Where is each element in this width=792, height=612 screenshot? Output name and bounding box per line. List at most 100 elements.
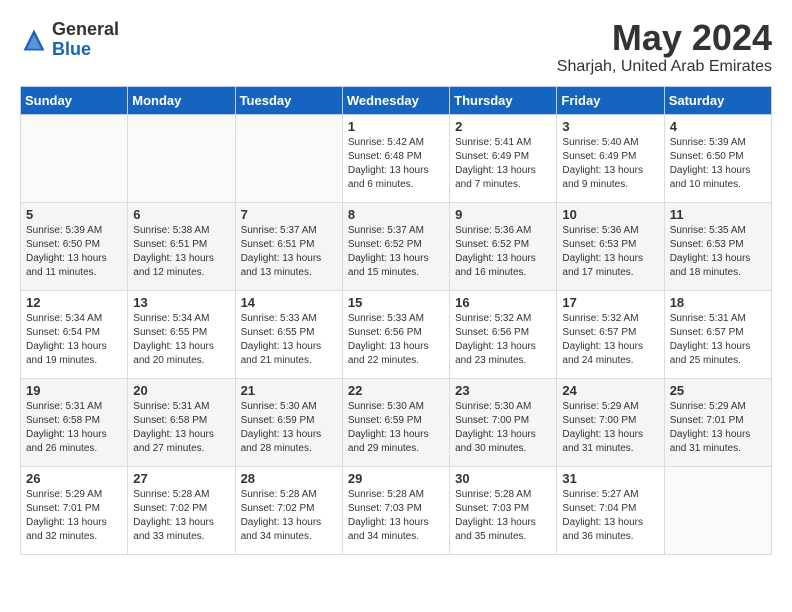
weekday-header-wednesday: Wednesday xyxy=(342,87,449,115)
calendar-day-cell: 10Sunrise: 5:36 AM Sunset: 6:53 PM Dayli… xyxy=(557,203,664,291)
day-info: Sunrise: 5:29 AM Sunset: 7:00 PM Dayligh… xyxy=(562,400,658,456)
calendar-day-cell xyxy=(128,115,235,203)
month-year-title: May 2024 xyxy=(557,20,772,56)
day-info: Sunrise: 5:40 AM Sunset: 6:49 PM Dayligh… xyxy=(562,136,658,192)
calendar-day-cell: 6 Sunrise: 5:38 AM Sunset: 6:51 PM Daylig… xyxy=(128,203,235,291)
calendar-day-cell: 23 Sunrise: 5:30 AM Sunset: 7:00 PM Dayli… xyxy=(450,379,557,467)
calendar-day-cell: 8Sunrise: 5:37 AM Sunset: 6:52 PM Daylig… xyxy=(342,203,449,291)
calendar-week-row: 26 Sunrise: 5:29 AM Sunset: 7:01 PM Dayli… xyxy=(21,467,772,555)
day-number: 25 xyxy=(670,383,766,398)
day-info: Sunrise: 5:30 AM Sunset: 6:59 PM Dayligh… xyxy=(241,400,337,456)
day-number: 17 xyxy=(562,295,658,310)
day-info: Sunrise: 5:29 AM Sunset: 7:01 PM Dayligh… xyxy=(26,488,122,544)
calendar-day-cell: 31 Sunrise: 5:27 AM Sunset: 7:04 PM Dayli… xyxy=(557,467,664,555)
calendar-day-cell: 3Sunrise: 5:40 AM Sunset: 6:49 PM Daylig… xyxy=(557,115,664,203)
day-info: Sunrise: 5:34 AM Sunset: 6:55 PM Dayligh… xyxy=(133,312,229,368)
calendar-day-cell: 20Sunrise: 5:31 AM Sunset: 6:58 PM Dayli… xyxy=(128,379,235,467)
day-info: Sunrise: 5:42 AM Sunset: 6:48 PM Dayligh… xyxy=(348,136,444,192)
calendar-day-cell: 16 Sunrise: 5:32 AM Sunset: 6:56 PM Dayli… xyxy=(450,291,557,379)
day-info: Sunrise: 5:28 AM Sunset: 7:03 PM Dayligh… xyxy=(455,488,551,544)
day-number: 13 xyxy=(133,295,229,310)
calendar-day-cell: 5 Sunrise: 5:39 AM Sunset: 6:50 PM Daylig… xyxy=(21,203,128,291)
calendar-day-cell: 7 Sunrise: 5:37 AM Sunset: 6:51 PM Daylig… xyxy=(235,203,342,291)
day-info: Sunrise: 5:30 AM Sunset: 7:00 PM Dayligh… xyxy=(455,400,551,456)
calendar-day-cell xyxy=(235,115,342,203)
day-number: 19 xyxy=(26,383,122,398)
day-number: 11 xyxy=(670,207,766,222)
day-info: Sunrise: 5:28 AM Sunset: 7:02 PM Dayligh… xyxy=(133,488,229,544)
calendar-day-cell: 9 Sunrise: 5:36 AM Sunset: 6:52 PM Daylig… xyxy=(450,203,557,291)
day-info: Sunrise: 5:27 AM Sunset: 7:04 PM Dayligh… xyxy=(562,488,658,544)
day-number: 20 xyxy=(133,383,229,398)
day-number: 24 xyxy=(562,383,658,398)
day-number: 4 xyxy=(670,119,766,134)
day-number: 21 xyxy=(241,383,337,398)
calendar-day-cell: 29 Sunrise: 5:28 AM Sunset: 7:03 PM Dayli… xyxy=(342,467,449,555)
calendar-day-cell: 22Sunrise: 5:30 AM Sunset: 6:59 PM Dayli… xyxy=(342,379,449,467)
day-number: 29 xyxy=(348,471,444,486)
day-number: 1 xyxy=(348,119,444,134)
day-number: 23 xyxy=(455,383,551,398)
logo: General Blue xyxy=(20,20,119,60)
location-subtitle: Sharjah, United Arab Emirates xyxy=(557,58,772,76)
day-number: 16 xyxy=(455,295,551,310)
weekday-header-saturday: Saturday xyxy=(664,87,771,115)
logo-blue-text: Blue xyxy=(52,40,119,60)
day-info: Sunrise: 5:35 AM Sunset: 6:53 PM Dayligh… xyxy=(670,224,766,280)
day-number: 30 xyxy=(455,471,551,486)
calendar-day-cell: 14Sunrise: 5:33 AM Sunset: 6:55 PM Dayli… xyxy=(235,291,342,379)
day-number: 15 xyxy=(348,295,444,310)
day-number: 7 xyxy=(241,207,337,222)
day-info: Sunrise: 5:39 AM Sunset: 6:50 PM Dayligh… xyxy=(670,136,766,192)
day-info: Sunrise: 5:28 AM Sunset: 7:02 PM Dayligh… xyxy=(241,488,337,544)
calendar-day-cell: 28Sunrise: 5:28 AM Sunset: 7:02 PM Dayli… xyxy=(235,467,342,555)
title-area: May 2024 Sharjah, United Arab Emirates xyxy=(557,20,772,76)
calendar-day-cell: 11 Sunrise: 5:35 AM Sunset: 6:53 PM Dayli… xyxy=(664,203,771,291)
day-info: Sunrise: 5:34 AM Sunset: 6:54 PM Dayligh… xyxy=(26,312,122,368)
day-info: Sunrise: 5:33 AM Sunset: 6:56 PM Dayligh… xyxy=(348,312,444,368)
weekday-header-sunday: Sunday xyxy=(21,87,128,115)
day-info: Sunrise: 5:31 AM Sunset: 6:57 PM Dayligh… xyxy=(670,312,766,368)
calendar-day-cell xyxy=(664,467,771,555)
day-info: Sunrise: 5:33 AM Sunset: 6:55 PM Dayligh… xyxy=(241,312,337,368)
logo-general-text: General xyxy=(52,20,119,40)
calendar-day-cell: 15 Sunrise: 5:33 AM Sunset: 6:56 PM Dayli… xyxy=(342,291,449,379)
day-info: Sunrise: 5:36 AM Sunset: 6:52 PM Dayligh… xyxy=(455,224,551,280)
day-number: 2 xyxy=(455,119,551,134)
day-info: Sunrise: 5:38 AM Sunset: 6:51 PM Dayligh… xyxy=(133,224,229,280)
calendar-day-cell: 24 Sunrise: 5:29 AM Sunset: 7:00 PM Dayli… xyxy=(557,379,664,467)
day-number: 18 xyxy=(670,295,766,310)
day-number: 5 xyxy=(26,207,122,222)
calendar-day-cell: 27 Sunrise: 5:28 AM Sunset: 7:02 PM Dayli… xyxy=(128,467,235,555)
calendar-day-cell: 1 Sunrise: 5:42 AM Sunset: 6:48 PM Daylig… xyxy=(342,115,449,203)
page-header: General Blue May 2024 Sharjah, United Ar… xyxy=(20,20,772,76)
weekday-header-monday: Monday xyxy=(128,87,235,115)
logo-icon xyxy=(20,26,48,54)
calendar-day-cell: 26 Sunrise: 5:29 AM Sunset: 7:01 PM Dayli… xyxy=(21,467,128,555)
day-info: Sunrise: 5:28 AM Sunset: 7:03 PM Dayligh… xyxy=(348,488,444,544)
day-info: Sunrise: 5:41 AM Sunset: 6:49 PM Dayligh… xyxy=(455,136,551,192)
weekday-header-row: SundayMondayTuesdayWednesdayThursdayFrid… xyxy=(21,87,772,115)
calendar-day-cell xyxy=(21,115,128,203)
day-info: Sunrise: 5:37 AM Sunset: 6:51 PM Dayligh… xyxy=(241,224,337,280)
day-number: 6 xyxy=(133,207,229,222)
calendar-day-cell: 17Sunrise: 5:32 AM Sunset: 6:57 PM Dayli… xyxy=(557,291,664,379)
calendar-day-cell: 19Sunrise: 5:31 AM Sunset: 6:58 PM Dayli… xyxy=(21,379,128,467)
day-number: 27 xyxy=(133,471,229,486)
day-info: Sunrise: 5:29 AM Sunset: 7:01 PM Dayligh… xyxy=(670,400,766,456)
day-number: 31 xyxy=(562,471,658,486)
calendar-day-cell: 13 Sunrise: 5:34 AM Sunset: 6:55 PM Dayli… xyxy=(128,291,235,379)
weekday-header-thursday: Thursday xyxy=(450,87,557,115)
weekday-header-friday: Friday xyxy=(557,87,664,115)
calendar-week-row: 19Sunrise: 5:31 AM Sunset: 6:58 PM Dayli… xyxy=(21,379,772,467)
day-number: 26 xyxy=(26,471,122,486)
calendar-day-cell: 4 Sunrise: 5:39 AM Sunset: 6:50 PM Daylig… xyxy=(664,115,771,203)
calendar-table: SundayMondayTuesdayWednesdayThursdayFrid… xyxy=(20,86,772,555)
calendar-week-row: 12Sunrise: 5:34 AM Sunset: 6:54 PM Dayli… xyxy=(21,291,772,379)
calendar-day-cell: 21 Sunrise: 5:30 AM Sunset: 6:59 PM Dayli… xyxy=(235,379,342,467)
day-number: 10 xyxy=(562,207,658,222)
day-info: Sunrise: 5:39 AM Sunset: 6:50 PM Dayligh… xyxy=(26,224,122,280)
day-info: Sunrise: 5:32 AM Sunset: 6:56 PM Dayligh… xyxy=(455,312,551,368)
day-number: 9 xyxy=(455,207,551,222)
calendar-day-cell: 30 Sunrise: 5:28 AM Sunset: 7:03 PM Dayli… xyxy=(450,467,557,555)
